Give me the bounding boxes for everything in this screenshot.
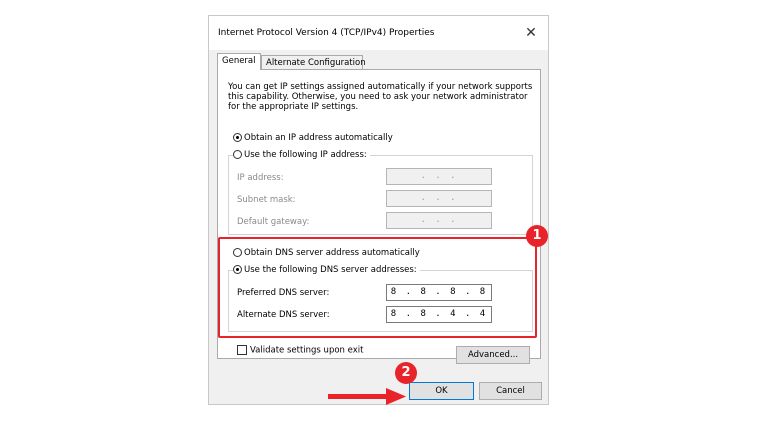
ok-button[interactable]: OK (409, 382, 474, 400)
validate-settings-checkbox[interactable]: Validate settings upon exit (237, 345, 363, 356)
dns-highlight-box (218, 237, 537, 338)
obtain-ip-auto-radio[interactable]: Obtain an IP address automatically (233, 133, 393, 143)
arrow-right-icon (328, 388, 406, 405)
title-bar: Internet Protocol Version 4 (TCP/IPv4) P… (209, 16, 548, 50)
checkbox-icon (237, 345, 247, 355)
default-gateway-label: Default gateway: (237, 217, 310, 227)
close-icon[interactable]: ✕ (519, 22, 543, 44)
subnet-mask-label: Subnet mask: (237, 195, 296, 205)
subnet-mask-field[interactable]: . . . (386, 190, 492, 207)
radio-unselected-icon (233, 150, 242, 159)
tab-alternate-configuration[interactable]: Alternate Configuration (261, 55, 366, 70)
ip-address-field[interactable]: . . . (386, 168, 492, 185)
ip-address-label: IP address: (237, 173, 284, 183)
description-text: You can get IP settings assigned automat… (228, 82, 533, 112)
radio-selected-icon (233, 133, 242, 142)
tab-general[interactable]: General (217, 53, 261, 70)
step-2-badge: 2 (395, 362, 417, 384)
use-following-ip-radio[interactable]: Use the following IP address: (233, 150, 370, 160)
advanced-button[interactable]: Advanced... (456, 346, 530, 364)
obtain-ip-auto-label: Obtain an IP address automatically (244, 133, 393, 143)
step-1-badge: 1 (526, 225, 548, 247)
default-gateway-field[interactable]: . . . (386, 212, 492, 229)
cancel-button[interactable]: Cancel (479, 382, 542, 400)
use-following-ip-label: Use the following IP address: (244, 150, 367, 160)
dialog-title: Internet Protocol Version 4 (TCP/IPv4) P… (218, 28, 435, 38)
validate-settings-label: Validate settings upon exit (250, 345, 364, 356)
